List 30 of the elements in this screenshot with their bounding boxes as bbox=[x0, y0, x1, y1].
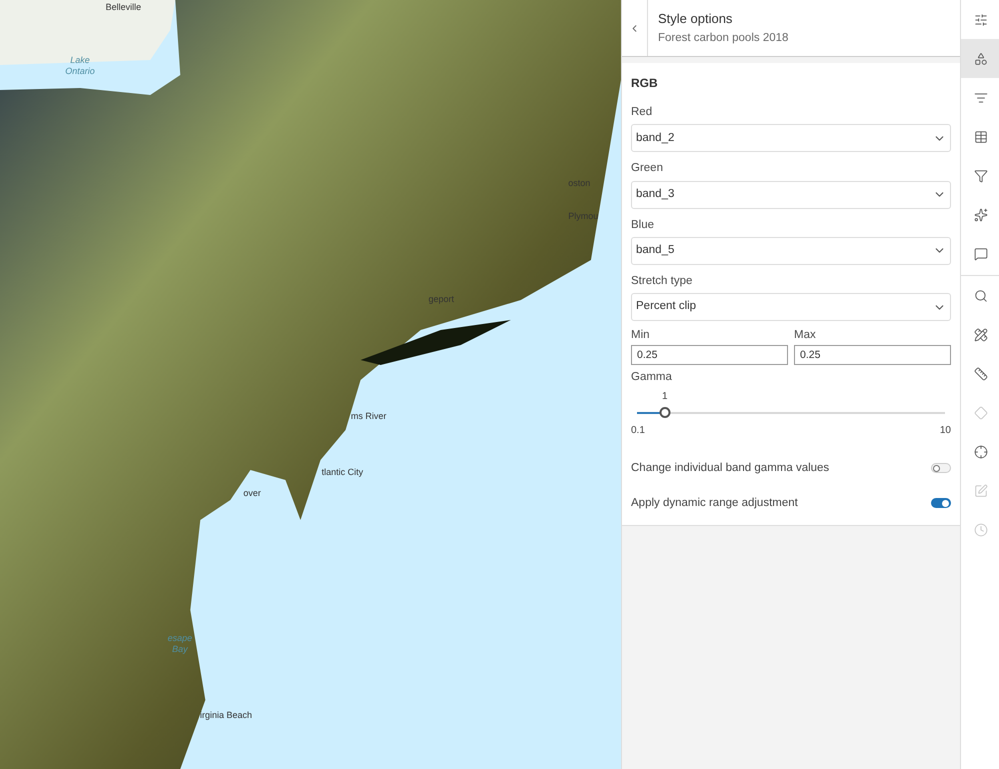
map-label: Belleville bbox=[106, 2, 142, 14]
slider-value: 1 bbox=[662, 390, 668, 404]
field-label: Max bbox=[794, 328, 817, 343]
number-field[interactable]: 0.25 bbox=[631, 345, 788, 366]
map-label: ms River bbox=[350, 411, 386, 422]
dropdown[interactable]: band_3 bbox=[631, 180, 951, 208]
slider-thumb[interactable] bbox=[659, 406, 670, 418]
panel-subtitle: Forest carbon pools 2018 bbox=[658, 31, 788, 46]
slider-max-label: 10 bbox=[940, 424, 951, 438]
field-label: Red bbox=[631, 105, 654, 120]
dropdown[interactable]: band_5 bbox=[631, 236, 951, 265]
field-label: Green bbox=[631, 161, 664, 176]
field-label: Gamma bbox=[631, 370, 673, 386]
slider-min-label: 0.1 bbox=[631, 424, 645, 438]
toggle-label: Change individual band gamma values bbox=[631, 460, 830, 476]
toggle-switch[interactable] bbox=[931, 498, 951, 508]
field-label: Min bbox=[631, 328, 651, 343]
field-label: Blue bbox=[631, 218, 656, 232]
toggle-label: Apply dynamic range adjustment bbox=[631, 496, 798, 511]
dropdown[interactable]: band_2 bbox=[631, 124, 951, 152]
map-label: tlantic City bbox=[322, 466, 364, 478]
map-label: irginia Beach bbox=[200, 710, 252, 721]
number-field[interactable]: 0.25 bbox=[794, 345, 951, 366]
map-label: over bbox=[243, 488, 261, 499]
section-title: RGB bbox=[631, 75, 659, 92]
dropdown[interactable]: Percent clip bbox=[631, 293, 951, 321]
map-label: Lake Ontario bbox=[65, 55, 95, 78]
panel-title: Style options bbox=[658, 10, 734, 28]
field-label: Stretch type bbox=[631, 274, 694, 289]
map-label: esape Bay bbox=[168, 632, 192, 655]
